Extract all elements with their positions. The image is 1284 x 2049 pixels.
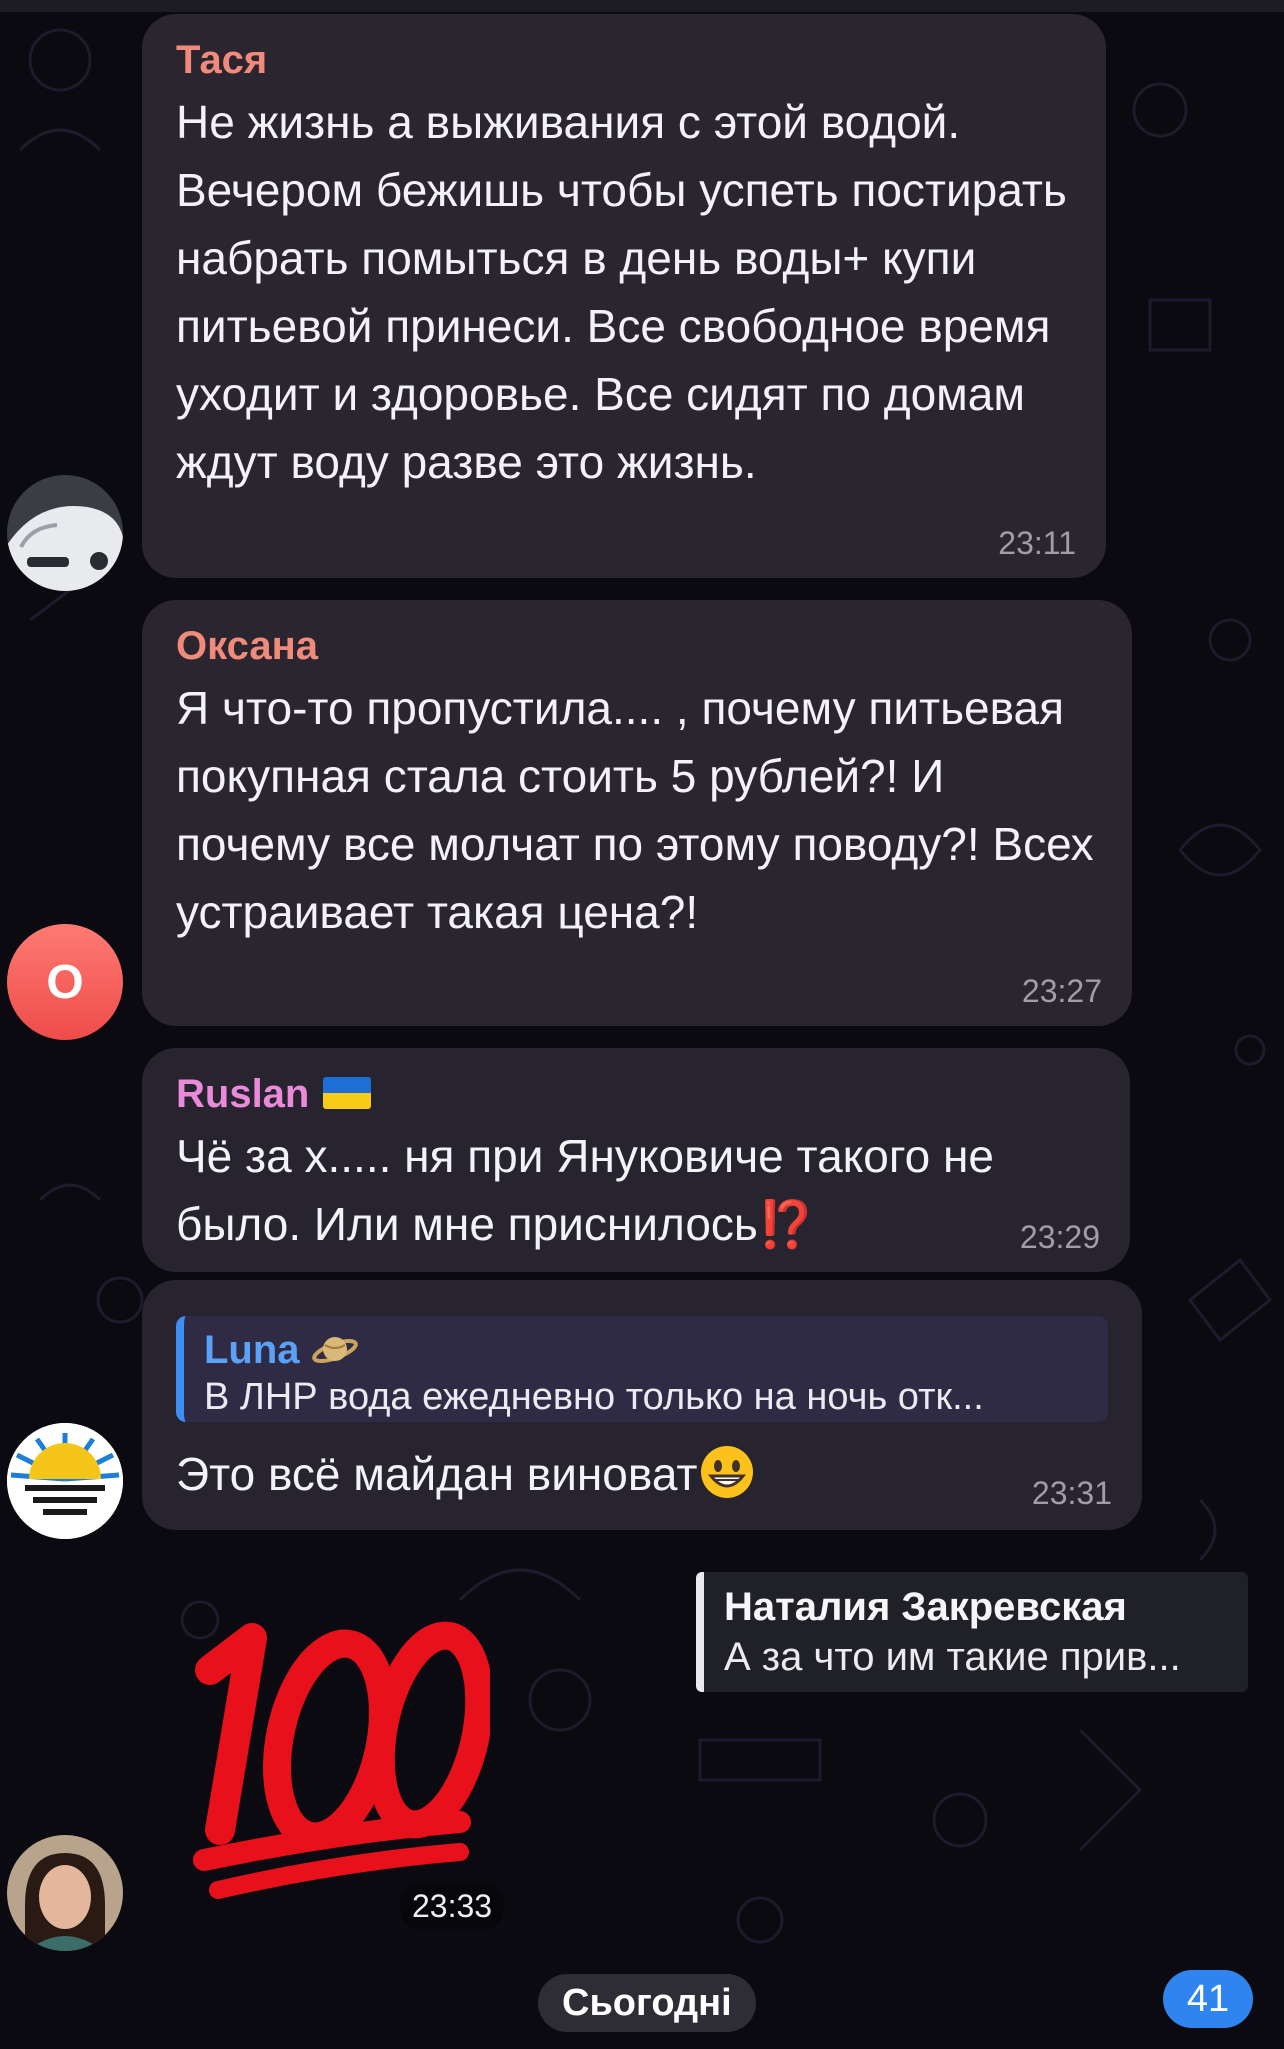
message-text: Чё за х..... ня при Януковиче такого не … bbox=[176, 1122, 1096, 1258]
message-text-body: Это всё майдан виноват bbox=[176, 1448, 698, 1500]
sender-name[interactable]: Тася bbox=[176, 38, 1072, 82]
quote-sender: Luna bbox=[204, 1326, 1090, 1374]
sender-name-text: Ruslan bbox=[176, 1072, 310, 1116]
sender-name[interactable]: Оксана bbox=[176, 624, 1098, 668]
ukraine-flag-icon bbox=[323, 1077, 372, 1109]
message-time: 23:11 bbox=[998, 525, 1076, 561]
date-separator: Сьогодні bbox=[538, 1974, 756, 2032]
exclamation-question-icon: ⁉️ bbox=[757, 1198, 816, 1250]
sunrise-logo-avatar[interactable] bbox=[7, 1423, 123, 1539]
reply-preview[interactable]: Наталия Закревская А за что им такие при… bbox=[696, 1572, 1248, 1692]
hundred-points-sticker[interactable] bbox=[190, 1590, 490, 1900]
reply-preview-name: Наталия Закревская bbox=[724, 1585, 1127, 1629]
message-text-body: Чё за х..... ня при Януковиче такого не … bbox=[176, 1130, 995, 1250]
grinning-face-icon bbox=[701, 1446, 754, 1498]
sender-name[interactable]: Ruslan bbox=[176, 1072, 1096, 1116]
quote-text: В ЛНР вода ежедневно только на ночь отк.… bbox=[204, 1376, 984, 1418]
reply-preview-text: А за что им такие прив... bbox=[724, 1635, 1181, 1679]
message-time: 23:33 bbox=[400, 1884, 505, 1929]
saturn-icon bbox=[311, 1337, 358, 1363]
message-time: 23:27 bbox=[1021, 973, 1102, 1009]
woman-photo-avatar[interactable] bbox=[7, 1835, 123, 1951]
message-time: 23:29 bbox=[1019, 1219, 1100, 1255]
quote-sender-name: Luna bbox=[204, 1328, 300, 1372]
reply-quote[interactable]: Luna В ЛНР вода ежедневно только на ночь… bbox=[176, 1316, 1108, 1422]
message-bubble[interactable]: Luna В ЛНР вода ежедневно только на ночь… bbox=[142, 1280, 1142, 1530]
message-bubble[interactable]: Ruslan Чё за х..... ня при Януковиче так… bbox=[142, 1048, 1130, 1272]
car-photo-avatar[interactable] bbox=[7, 475, 123, 591]
message-text: Не жизнь а выживания с этой водой. Вечер… bbox=[176, 96, 1067, 488]
message-text: Я что-то пропустила.... , почему питьева… bbox=[176, 682, 1094, 938]
unread-count-badge[interactable]: 41 bbox=[1163, 1970, 1253, 2028]
message-bubble[interactable]: Тася Не жизнь а выживания с этой водой. … bbox=[142, 14, 1106, 578]
message-bubble[interactable]: Оксана Я что-то пропустила.... , почему … bbox=[142, 600, 1132, 1026]
letter-avatar[interactable]: О bbox=[7, 924, 123, 1040]
message-time: 23:31 bbox=[1031, 1475, 1112, 1511]
message-text: Это всё майдан виноват bbox=[176, 1440, 1108, 1508]
